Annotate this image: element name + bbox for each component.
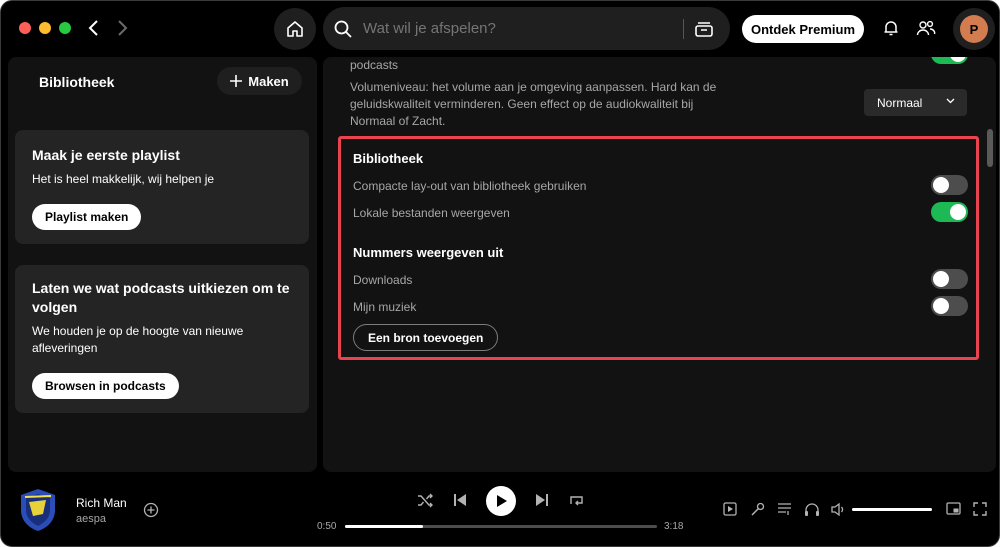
card-title: Maak je eerste playlist xyxy=(32,147,180,163)
volume-slider[interactable] xyxy=(852,508,932,511)
library-settings-highlight: Bibliotheek Compacte lay-out van bibliot… xyxy=(338,136,979,360)
settings-panel: podcasts Volumeniveau: het volume aan je… xyxy=(323,57,996,472)
compact-layout-label: Compacte lay-out van bibliotheek gebruik… xyxy=(353,179,587,193)
volume-level-value: Normaal xyxy=(877,95,923,110)
forward-arrow-icon[interactable] xyxy=(111,17,133,39)
card-subtitle: Het is heel makkelijk, wij helpen je xyxy=(32,172,215,186)
podcasts-card: Laten we wat podcasts uitkiezen om te vo… xyxy=(15,265,309,413)
search-bar[interactable] xyxy=(323,7,730,50)
track-artist[interactable]: aespa xyxy=(76,513,106,525)
downloads-label: Downloads xyxy=(353,273,413,287)
repeat-icon[interactable] xyxy=(568,492,585,509)
album-cover[interactable] xyxy=(19,488,57,532)
next-track-icon[interactable] xyxy=(534,492,550,508)
browse-podcasts-button[interactable]: Browsen in podcasts xyxy=(32,373,179,399)
create-playlist-card: Maak je eerste playlist Het is heel makk… xyxy=(15,130,309,244)
card-title: Laten we wat podcasts uitkiezen om te vo… xyxy=(32,280,290,315)
profile-button[interactable]: P xyxy=(953,8,995,50)
create-label: Maken xyxy=(248,73,289,89)
library-panel: Bibliotheek Maken Maak je eerste playlis… xyxy=(8,57,317,472)
home-button[interactable] xyxy=(274,8,316,50)
spotify-window: Ontdek Premium P Bibliotheek Maken Maak … xyxy=(0,0,1000,547)
fullscreen-icon[interactable] xyxy=(973,502,987,516)
library-title[interactable]: Bibliotheek xyxy=(39,74,114,90)
create-button[interactable]: Maken xyxy=(217,67,302,95)
search-icon xyxy=(334,20,352,38)
volume-fill xyxy=(852,508,932,511)
local-files-label: Lokale bestanden weergeven xyxy=(353,206,510,220)
volume-icon[interactable] xyxy=(830,502,847,517)
connect-device-icon[interactable] xyxy=(804,502,820,517)
add-source-button[interactable]: Een bron toevoegen xyxy=(353,324,499,351)
volume-description-line: Normaal of Zacht. xyxy=(350,114,446,128)
minimize-window-button[interactable] xyxy=(39,22,51,34)
chevron-down-icon xyxy=(946,98,955,104)
plus-icon xyxy=(230,75,243,87)
previous-track-icon[interactable] xyxy=(452,492,468,508)
my-music-label: Mijn muziek xyxy=(353,300,417,314)
add-to-library-icon[interactable] xyxy=(143,502,159,518)
search-input[interactable] xyxy=(363,7,663,50)
maximize-window-button[interactable] xyxy=(59,22,71,34)
search-divider xyxy=(683,19,684,39)
total-duration: 3:18 xyxy=(664,521,684,532)
my-music-toggle[interactable] xyxy=(931,296,968,316)
progress-bar[interactable] xyxy=(345,525,657,528)
previous-setting-label: podcasts xyxy=(350,58,399,72)
friend-activity-icon[interactable] xyxy=(916,19,936,37)
track-title[interactable]: Rich Man xyxy=(76,496,127,510)
compact-layout-toggle[interactable] xyxy=(931,175,968,195)
back-arrow-icon[interactable] xyxy=(83,17,105,39)
local-files-toggle[interactable] xyxy=(931,202,968,222)
card-subtitle: We houden je op de hoogte van nieuwe afl… xyxy=(32,324,244,355)
home-icon xyxy=(287,21,303,37)
play-icon xyxy=(497,495,507,507)
close-window-button[interactable] xyxy=(19,22,31,34)
create-playlist-button[interactable]: Playlist maken xyxy=(32,204,142,230)
premium-button[interactable]: Ontdek Premium xyxy=(742,15,864,43)
volume-description-line: Volumeniveau: het volume aan je omgeving… xyxy=(350,80,717,94)
library-section-heading: Bibliotheek xyxy=(353,151,424,166)
elapsed-time: 0:50 xyxy=(317,521,337,532)
browse-icon[interactable] xyxy=(694,19,714,39)
volume-description-line: geluidskwaliteit verminderen. Geen effec… xyxy=(350,97,694,111)
progress-fill xyxy=(345,525,423,528)
volume-level-dropdown[interactable]: Normaal xyxy=(864,89,967,116)
avatar: P xyxy=(960,15,988,43)
shuffle-icon[interactable] xyxy=(417,492,434,509)
sources-section-heading: Nummers weergeven uit xyxy=(353,245,504,260)
window-controls xyxy=(19,22,71,34)
play-button[interactable] xyxy=(486,486,516,516)
downloads-toggle[interactable] xyxy=(931,269,968,289)
bell-icon[interactable] xyxy=(882,19,900,37)
now-playing-view-icon[interactable] xyxy=(723,502,737,516)
queue-icon[interactable] xyxy=(777,502,792,516)
miniplayer-icon[interactable] xyxy=(946,502,961,515)
scrollbar[interactable] xyxy=(987,129,993,167)
previous-setting-toggle[interactable] xyxy=(931,57,968,64)
lyrics-icon[interactable] xyxy=(750,502,765,517)
